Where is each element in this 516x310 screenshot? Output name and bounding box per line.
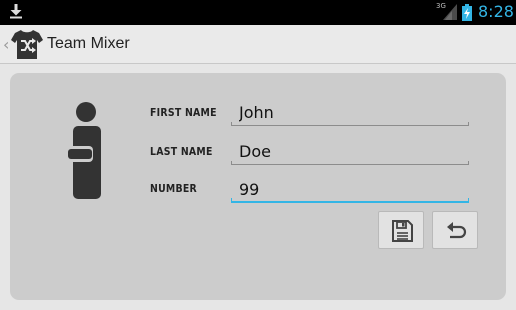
last-name-field[interactable] — [231, 139, 469, 165]
last-name-label: LAST NAME — [150, 145, 213, 158]
first-name-label: FIRST NAME — [150, 106, 217, 119]
field-underline — [231, 201, 469, 203]
first-name-input[interactable] — [231, 100, 469, 126]
number-label: NUMBER — [150, 182, 197, 195]
clock: 8:28 — [478, 2, 514, 21]
last-name-input[interactable] — [231, 139, 469, 165]
save-button[interactable] — [378, 211, 424, 249]
status-bar: 3G 8:28 — [0, 0, 516, 25]
number-input[interactable] — [231, 177, 469, 203]
person-icon — [65, 102, 101, 203]
jersey-shuffle-icon[interactable] — [11, 28, 43, 64]
battery-charging-icon — [462, 4, 472, 25]
action-bar: ‹ Team Mixer — [0, 25, 516, 64]
undo-button[interactable] — [432, 211, 478, 249]
chevron-left-icon[interactable]: ‹ — [3, 35, 9, 54]
app-title: Team Mixer — [47, 35, 130, 52]
field-underline — [231, 125, 469, 126]
field-underline — [231, 164, 469, 165]
first-name-field[interactable] — [231, 100, 469, 126]
download-icon — [9, 3, 23, 23]
number-field[interactable] — [231, 177, 469, 203]
signal-icon — [443, 4, 457, 24]
